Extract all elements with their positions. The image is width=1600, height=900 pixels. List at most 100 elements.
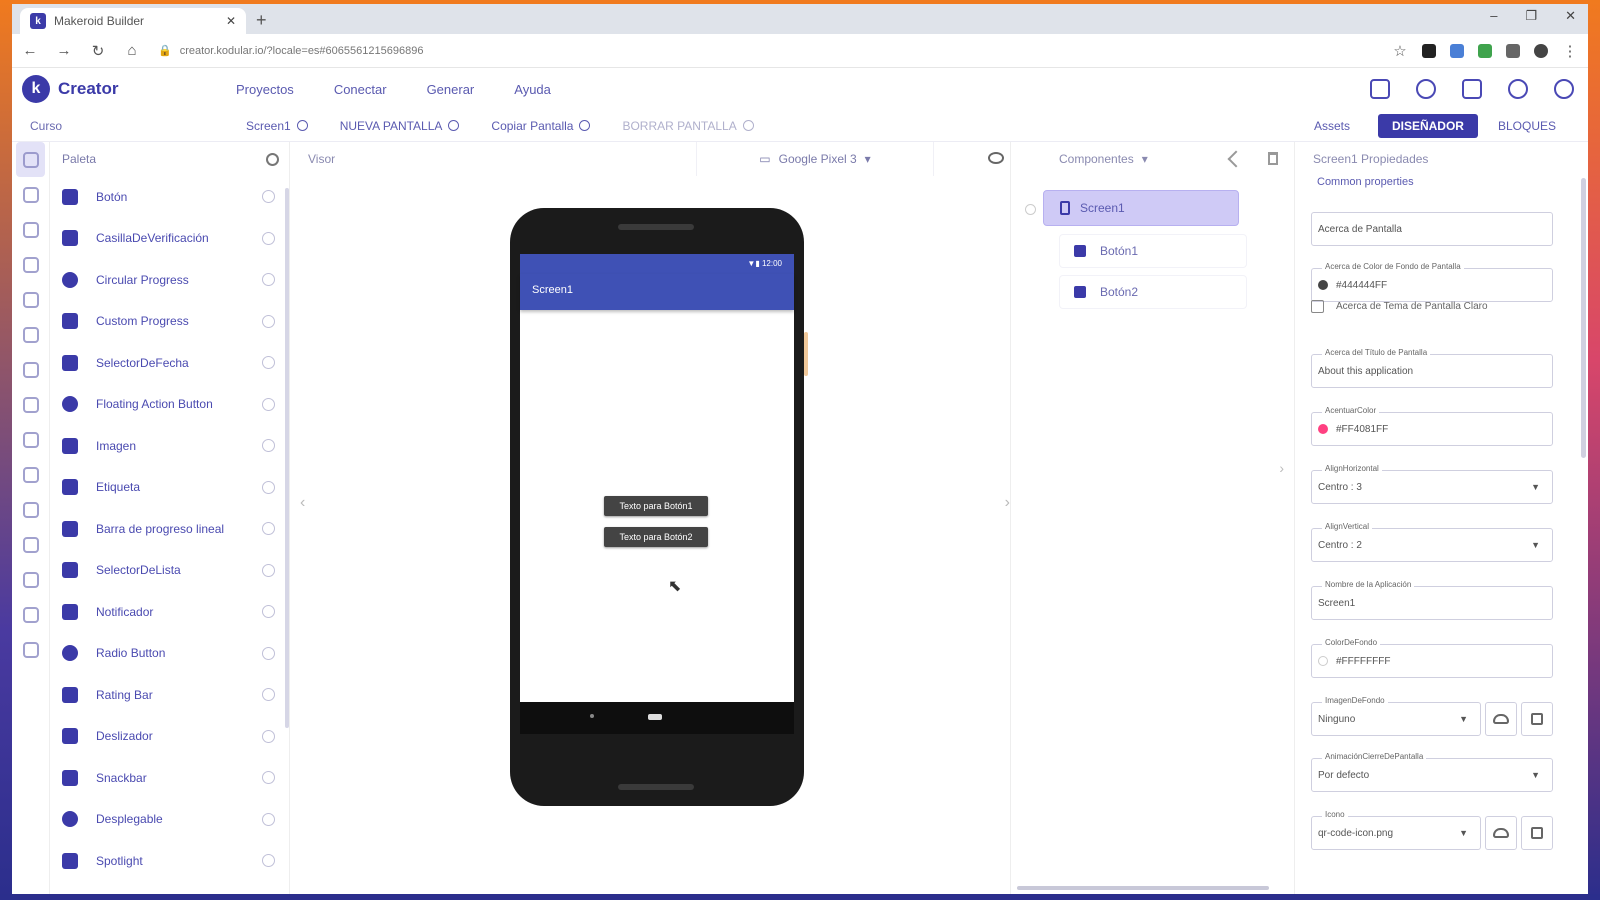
screen-selector[interactable]: Screen1 [246,119,308,133]
reload-icon[interactable]: ↻ [90,42,106,60]
gallery-icon[interactable] [1462,79,1482,99]
chevron-down-icon[interactable]: ▾ [1142,152,1148,166]
device-selector[interactable]: ▭ Google Pixel 3 ▾ [696,142,934,176]
forward-icon[interactable]: → [56,42,72,59]
palette-item-list-picker[interactable]: SelectorDeLista [50,550,289,592]
new-screen-button[interactable]: NUEVA PANTALLA [340,119,460,133]
restore-button[interactable]: ❐ [1525,8,1537,24]
chevron-right-icon[interactable]: › [1279,460,1284,476]
category-extensions[interactable] [12,632,49,667]
info-icon[interactable] [262,688,275,702]
info-icon[interactable] [262,190,275,204]
category-lego[interactable] [12,492,49,527]
tree-item-boton2[interactable]: Botón2 [1059,275,1247,309]
back-icon[interactable]: ← [22,42,38,59]
bookmark-star-icon[interactable]: ☆ [1392,42,1408,60]
minimize-button[interactable]: – [1490,8,1497,24]
account-icon[interactable] [1554,79,1574,99]
close-window-button[interactable]: ✕ [1565,8,1576,24]
bg-image-select[interactable]: ImagenDeFondo Ninguno ▼ [1311,696,1481,736]
about-light-theme-checkbox[interactable] [1311,300,1324,313]
palette-item-rating-bar[interactable]: Rating Bar [50,674,289,716]
menu-build[interactable]: Generar [427,82,475,97]
open-bg-image-button[interactable] [1521,702,1553,736]
info-icon[interactable] [262,273,275,287]
align-horizontal-select[interactable]: AlignHorizontal Centro : 3 ▼ [1311,464,1553,504]
info-icon[interactable] [262,646,275,660]
palette-scrollbar[interactable] [285,188,289,728]
info-icon[interactable] [262,397,275,411]
delete-icon[interactable] [1268,152,1278,165]
palette-item-image[interactable]: Imagen [50,425,289,467]
info-icon[interactable] [262,605,275,619]
info-icon[interactable] [262,563,275,577]
align-vertical-select[interactable]: AlignVertical Centro : 2 ▼ [1311,522,1553,562]
palette-item-button[interactable]: Botón [50,176,289,218]
menu-help[interactable]: Ayuda [514,82,551,97]
palette-item-checkbox[interactable]: CasillaDeVerificación [50,218,289,260]
about-screen-field[interactable]: Acerca de Pantalla [1311,212,1553,246]
info-icon[interactable] [262,480,275,494]
palette-item-snackbar[interactable]: Snackbar [50,757,289,799]
palette-item-linear-progress[interactable]: Barra de progreso lineal [50,508,289,550]
category-user-interface[interactable] [16,142,45,177]
hide-components-icon[interactable] [988,152,1004,164]
info-icon[interactable] [262,356,275,370]
palette-item-slider[interactable]: Deslizador [50,716,289,758]
category-storage[interactable] [12,387,49,422]
palette-item-spotlight[interactable]: Spotlight [50,840,289,882]
info-icon[interactable] [262,812,275,826]
upload-bg-image-button[interactable] [1485,702,1517,736]
browser-menu-icon[interactable]: ⋮ [1562,42,1578,60]
translate-extension-icon[interactable] [1450,43,1464,58]
info-icon[interactable] [262,729,275,743]
home-icon[interactable]: ⌂ [124,42,140,59]
preview-button-2[interactable]: Texto para Botón2 [604,527,708,547]
new-tab-button[interactable]: + [256,10,267,31]
language-icon[interactable] [1508,79,1528,99]
info-icon[interactable] [262,854,275,868]
category-sensors[interactable] [12,317,49,352]
search-icon[interactable] [266,152,279,166]
delete-screen-button[interactable]: BORRAR PANTALLA [622,119,754,133]
accent-color-field[interactable]: AcentuarColor #FF4081FF [1311,406,1553,446]
category-social[interactable] [12,352,49,387]
tab-close-icon[interactable]: ✕ [226,14,236,28]
upload-icon-button[interactable] [1485,816,1517,850]
menu-projects[interactable]: Proyectos [236,82,294,97]
browser-tab[interactable]: k Makeroid Builder ✕ [20,8,246,34]
bg-color-field[interactable]: ColorDeFondo #FFFFFFFF [1311,638,1553,678]
app-name-field[interactable]: Nombre de la Aplicación Screen1 [1311,580,1553,620]
info-icon[interactable] [262,439,275,453]
palette-item-fab[interactable]: Floating Action Button [50,384,289,426]
info-icon[interactable] [262,771,275,785]
about-bg-color-field[interactable]: Acerca de Color de Fondo de Pantalla #44… [1311,262,1553,302]
info-icon[interactable] [262,231,275,245]
close-animation-select[interactable]: AnimaciónCierreDePantalla Por defecto ▼ [1311,752,1553,792]
category-layout[interactable] [12,177,49,212]
common-properties-section[interactable]: Common properties [1295,176,1588,196]
rename-icon[interactable] [1227,150,1245,168]
designer-button[interactable]: DISEÑADOR [1377,114,1478,138]
palette-item-date-picker[interactable]: SelectorDeFecha [50,342,289,384]
assets-button[interactable]: Assets [1296,115,1368,137]
info-icon[interactable] [262,522,275,536]
tree-item-boton1[interactable]: Botón1 [1059,234,1247,268]
components-scrollbar[interactable] [1017,886,1269,890]
properties-scrollbar[interactable] [1581,178,1586,458]
profile-icon[interactable] [1534,43,1548,58]
collapse-icon[interactable] [1025,204,1036,215]
sheets-extension-icon[interactable] [1478,43,1492,58]
category-connectivity[interactable] [12,457,49,492]
category-media[interactable] [12,212,49,247]
category-drawing[interactable] [12,247,49,282]
chevron-left-icon[interactable]: ‹ [300,494,305,512]
preview-button-1[interactable]: Texto para Botón1 [604,496,708,516]
puzzle-extension-icon[interactable] [1506,43,1520,58]
settings-icon[interactable] [1416,79,1436,99]
category-maps[interactable] [12,282,49,317]
category-utilities[interactable] [12,422,49,457]
palette-item-notifier[interactable]: Notificador [50,591,289,633]
palette-item-spinner[interactable]: Desplegable [50,799,289,841]
menu-connect[interactable]: Conectar [334,82,387,97]
